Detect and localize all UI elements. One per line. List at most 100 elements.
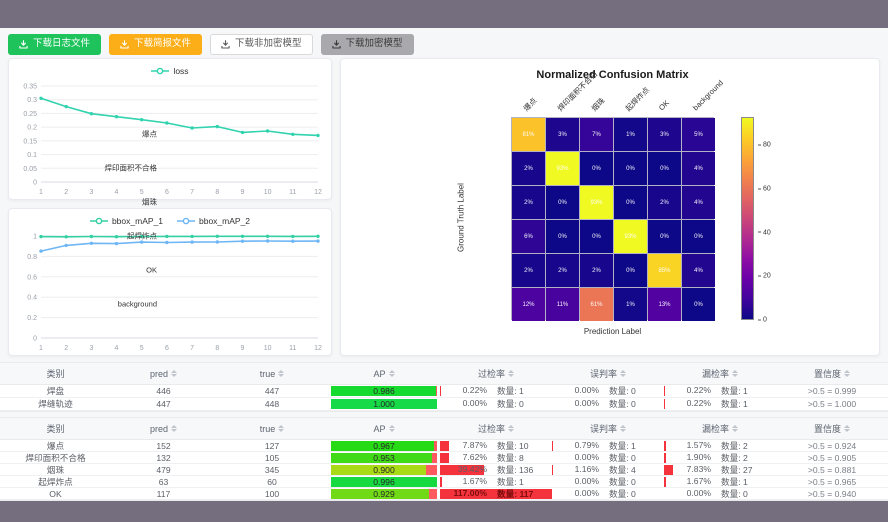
true-cell: 100 bbox=[216, 488, 328, 500]
download-icon bbox=[19, 40, 28, 49]
confidence-cell: >0.5 = 0.965 bbox=[776, 476, 888, 488]
matrix-cell: 3% bbox=[648, 118, 681, 151]
legend-item-bbox_mAP_1[interactable]: bbox_mAP_1 bbox=[90, 216, 163, 226]
legend-marker-icon bbox=[177, 217, 195, 225]
svg-text:0.05: 0.05 bbox=[23, 166, 37, 173]
column-header-true[interactable]: true bbox=[216, 424, 328, 434]
over-cell: 117.00%数量: 117 bbox=[440, 488, 552, 500]
svg-text:0.35: 0.35 bbox=[23, 84, 37, 91]
line-chart-svg: 00.20.40.60.81123456789101112 bbox=[13, 229, 327, 353]
button-label: 下载简报文件 bbox=[134, 39, 191, 49]
svg-text:6: 6 bbox=[165, 345, 169, 352]
metrics-tables: 类别predtrueAP过检率误判率漏检率置信度焊盘4464470.9860.2… bbox=[0, 362, 888, 501]
matrix-cell: 0% bbox=[648, 152, 681, 185]
column-header-over[interactable]: 过检率 bbox=[440, 367, 552, 380]
legend-label: loss bbox=[173, 66, 188, 76]
confusion-matrix-card: Normalized Confusion Matrix Prediction L… bbox=[340, 58, 880, 356]
svg-text:12: 12 bbox=[314, 345, 322, 352]
matrix-cell: 85% bbox=[648, 254, 681, 287]
matrix-cell: 0% bbox=[682, 220, 715, 253]
miss-cell: 1.90%数量: 2 bbox=[664, 452, 776, 464]
matrix-cell: 0% bbox=[546, 186, 579, 219]
svg-text:2: 2 bbox=[64, 345, 68, 352]
true-cell: 60 bbox=[216, 476, 328, 488]
matrix-cell: 11% bbox=[546, 288, 579, 321]
ap-cell: 0.986 bbox=[328, 385, 440, 397]
download-encrypted-model-button[interactable]: 下载加密模型 bbox=[321, 34, 414, 55]
miss-cell: 0.22%数量: 1 bbox=[664, 398, 776, 410]
matrix-cell: 4% bbox=[682, 254, 715, 287]
matrix-row-label: OK bbox=[67, 265, 157, 274]
ap-cell: 0.929 bbox=[328, 488, 440, 500]
svg-text:5: 5 bbox=[140, 345, 144, 352]
svg-text:0.2: 0.2 bbox=[27, 125, 37, 132]
svg-text:10: 10 bbox=[264, 189, 272, 196]
matrix-row-label: 爆点 bbox=[67, 128, 157, 139]
legend-item-loss[interactable]: loss bbox=[151, 66, 188, 76]
svg-text:8: 8 bbox=[215, 345, 219, 352]
matrix-cell: 2% bbox=[648, 186, 681, 219]
category-cell: 焊印面积不合格 bbox=[0, 452, 111, 464]
sort-icon bbox=[732, 425, 738, 433]
true-cell: 127 bbox=[216, 440, 328, 452]
column-header-mis[interactable]: 误判率 bbox=[552, 422, 664, 435]
column-header-pred[interactable]: pred bbox=[111, 369, 216, 379]
sort-icon bbox=[278, 370, 284, 378]
column-header-ap[interactable]: AP bbox=[328, 369, 440, 379]
sort-icon bbox=[732, 370, 738, 378]
matrix-cell: 4% bbox=[682, 152, 715, 185]
legend-label: bbox_mAP_2 bbox=[199, 216, 250, 226]
matrix-cell: 2% bbox=[512, 254, 545, 287]
matrix-cell: 0% bbox=[614, 152, 647, 185]
column-header-miss[interactable]: 漏检率 bbox=[664, 367, 776, 380]
matrix-cell: 5% bbox=[682, 118, 715, 151]
column-header-mis[interactable]: 误判率 bbox=[552, 367, 664, 380]
pred-cell: 132 bbox=[111, 452, 216, 464]
column-header-ap[interactable]: AP bbox=[328, 424, 440, 434]
top-window-bar bbox=[0, 0, 888, 28]
matrix-col-label: OK bbox=[656, 98, 671, 113]
line-chart-svg: 00.050.10.150.20.250.30.3512345678910111… bbox=[13, 79, 327, 197]
sort-icon bbox=[844, 425, 850, 433]
column-header-pred[interactable]: pred bbox=[111, 424, 216, 434]
loss-chart: 00.050.10.150.20.250.30.3512345678910111… bbox=[13, 79, 327, 202]
column-header-conf[interactable]: 置信度 bbox=[776, 422, 888, 435]
column-header-conf[interactable]: 置信度 bbox=[776, 367, 888, 380]
legend-item-bbox_mAP_2[interactable]: bbox_mAP_2 bbox=[177, 216, 250, 226]
matrix-cell: 2% bbox=[512, 186, 545, 219]
column-header-over[interactable]: 过检率 bbox=[440, 422, 552, 435]
column-header-miss[interactable]: 漏检率 bbox=[664, 422, 776, 435]
category-cell: 焊盘 bbox=[0, 385, 111, 397]
table-row: 起焊炸点63600.9961.67%数量: 10.00%数量: 01.67%数量… bbox=[0, 476, 888, 488]
svg-text:4: 4 bbox=[115, 345, 119, 352]
pred-cell: 63 bbox=[111, 476, 216, 488]
svg-text:1: 1 bbox=[33, 234, 37, 241]
download-plain-model-button[interactable]: 下载非加密模型 bbox=[210, 34, 313, 55]
download-icon bbox=[120, 40, 129, 49]
ap-cell: 1.000 bbox=[328, 398, 440, 410]
sort-icon bbox=[171, 425, 177, 433]
download-toolbar: 下载日志文件 下载简报文件 下载非加密模型下载加密模型 bbox=[0, 28, 888, 58]
true-cell: 105 bbox=[216, 452, 328, 464]
confusion-matrix-grid: 81%3%7%1%3%5%2%93%0%0%0%4%2%0%93%0%2%4%6… bbox=[511, 117, 714, 320]
matrix-cell: 12% bbox=[512, 288, 545, 321]
svg-text:0.2: 0.2 bbox=[27, 315, 37, 322]
column-header-true[interactable]: true bbox=[216, 369, 328, 379]
svg-text:0.6: 0.6 bbox=[27, 274, 37, 281]
colorbar-tick: 80 bbox=[758, 142, 771, 149]
charts-column: loss 00.050.10.150.20.250.30.35123456789… bbox=[8, 58, 332, 356]
svg-text:10: 10 bbox=[264, 345, 272, 352]
matrix-cell: 0% bbox=[546, 220, 579, 253]
over-cell: 7.87%数量: 10 bbox=[440, 440, 552, 452]
matrix-cell: 0% bbox=[648, 220, 681, 253]
download-log-button[interactable]: 下载日志文件 bbox=[8, 34, 101, 55]
matrix-row-label: 焊印面积不合格 bbox=[67, 162, 157, 173]
button-label: 下载日志文件 bbox=[33, 39, 90, 49]
matrix-col-label: 烟珠 bbox=[588, 95, 606, 113]
sort-icon bbox=[278, 425, 284, 433]
pred-cell: 152 bbox=[111, 440, 216, 452]
svg-text:3: 3 bbox=[89, 345, 93, 352]
download-report-button[interactable]: 下载简报文件 bbox=[109, 34, 202, 55]
matrix-cell: 3% bbox=[546, 118, 579, 151]
legend-marker-icon bbox=[151, 67, 169, 75]
